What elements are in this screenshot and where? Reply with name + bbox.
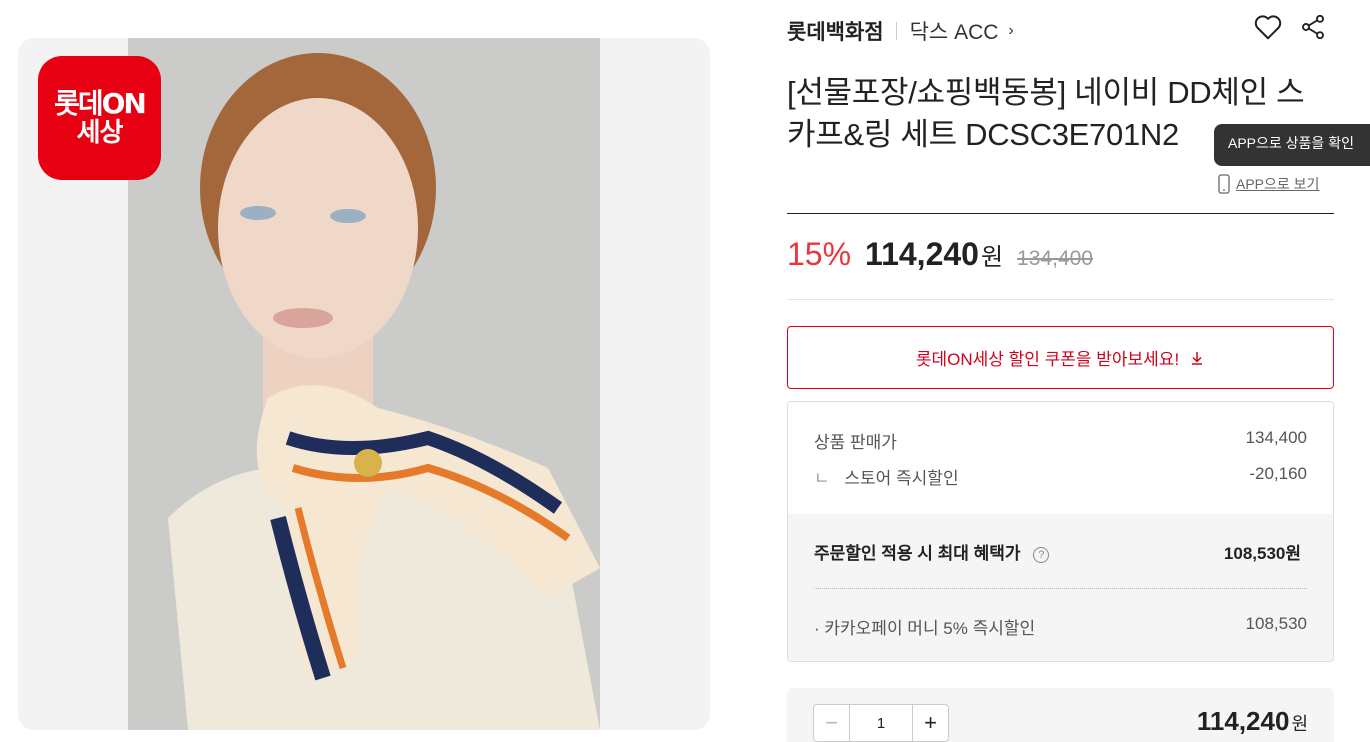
chevron-right-icon: ›: [1008, 22, 1014, 39]
instant-discount-label: 스토어 즉시할인: [844, 469, 959, 488]
breakdown-top: [788, 402, 1333, 514]
lotteon-badge: 롯데ON 세상: [38, 56, 161, 180]
share-icon[interactable]: [1299, 12, 1327, 42]
coupon-download-button[interactable]: 롯데ON세상 할인 쿠폰을 받아보세요!: [787, 326, 1334, 389]
badge-line1: 롯데ON: [54, 87, 147, 120]
decrease-quantity-button[interactable]: −: [814, 705, 850, 741]
list-price-row: 상품 판매가 134,400: [814, 428, 1307, 453]
brand-link[interactable]: 닥스 ACC ›: [910, 16, 1014, 46]
max-benefit-row: 주문할인 적용 시 최대 혜택가 ? 108,530원: [814, 539, 1301, 564]
original-price: 134,400: [1017, 247, 1093, 270]
brand-divider: [895, 22, 897, 40]
store-name[interactable]: 롯데백화점: [787, 16, 884, 46]
list-price-label: 상품 판매가: [814, 433, 897, 452]
product-image-gallery[interactable]: 롯데ON 세상: [18, 38, 710, 730]
price-row: 15% 114,240 원 134,400: [787, 236, 1093, 273]
app-tooltip: APP으로 상품을 확인: [1214, 124, 1370, 166]
order-total: 114,240 원: [1197, 706, 1308, 737]
divider: [787, 299, 1334, 300]
model-illustration: [128, 38, 600, 730]
badge-line2: 세상: [76, 118, 124, 148]
order-total-amount: 114,240: [1196, 706, 1290, 736]
list-price-value: 134,400: [1245, 428, 1307, 447]
increase-quantity-button[interactable]: +: [912, 705, 948, 741]
instant-discount-value: -20,160: [1249, 464, 1307, 483]
max-benefit-label: 주문할인 적용 시 최대 혜택가: [814, 544, 1021, 563]
quantity-value[interactable]: 1: [850, 705, 912, 741]
kakaopay-row: · 카카오페이 머니 5% 즉시할인 108,530: [814, 614, 1307, 639]
max-benefit-value: 108,530원: [1223, 544, 1301, 563]
sale-price: 114,240: [865, 236, 979, 272]
kakaopay-label: · 카카오페이 머니 5% 즉시할인: [814, 619, 1036, 638]
brand-row: 롯데백화점 닥스 ACC ›: [787, 14, 1014, 48]
help-icon[interactable]: ?: [1033, 546, 1050, 563]
instant-discount-row: ㄴ 스토어 즉시할인 -20,160: [814, 464, 1307, 489]
download-icon: [1192, 351, 1203, 365]
quantity-stepper: − 1 +: [813, 704, 949, 742]
currency-unit: 원: [980, 244, 1004, 271]
app-view-label: APP으로 보기: [1236, 176, 1320, 192]
discount-rate: 15%: [787, 236, 852, 272]
sub-item-marker: ㄴ: [814, 469, 830, 488]
mobile-phone-icon: [1218, 174, 1230, 194]
product-photo[interactable]: [128, 38, 600, 730]
price-breakdown: 상품 판매가 134,400 ㄴ 스토어 즉시할인 -20,160 주문할인 적…: [787, 401, 1334, 662]
divider: [787, 213, 1334, 214]
order-total-unit: 원: [1291, 714, 1308, 734]
dotted-divider: [814, 588, 1307, 589]
coupon-label: 롯데ON세상 할인 쿠폰을 받아보세요!: [915, 350, 1180, 369]
kakaopay-value: 108,530: [1245, 614, 1307, 633]
heart-icon[interactable]: [1253, 12, 1283, 42]
brand-link-label: 닥스 ACC: [909, 21, 999, 44]
action-icons: [1253, 12, 1327, 42]
order-summary: − 1 + 114,240 원: [787, 688, 1334, 742]
app-view-link[interactable]: APP으로 보기: [1218, 174, 1319, 194]
